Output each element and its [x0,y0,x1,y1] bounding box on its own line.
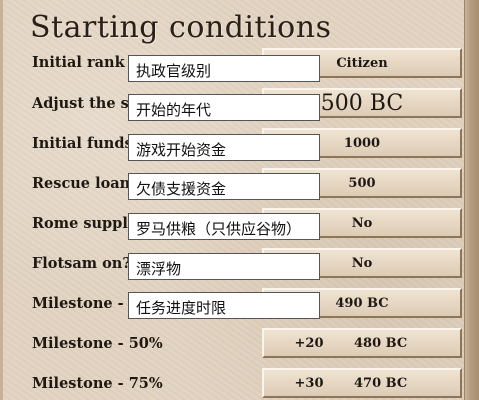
panel-left-edge [0,0,3,400]
rescue-loan-label: Rescue loan [32,175,131,192]
page-title: Starting conditions [30,10,332,45]
tooltip-initial-rank: 执政官级别 [128,55,320,82]
tooltip-start-date: 开始的年代 [128,94,320,121]
initial-funds-label: Initial funds [32,135,133,152]
flotsam-label: Flotsam on? [32,255,131,272]
panel-right-frame [464,0,479,400]
milestone-25-label: Milestone - 2 [32,295,139,312]
milestone-50-increment: +20 [294,335,324,351]
tooltip-rescue-loan: 欠债支援资金 [128,173,320,200]
tooltip-rome-supplies: 罗马供粮（只供应谷物） [128,213,320,240]
milestone-50-year: 480 BC [354,335,408,351]
milestone-50-button[interactable]: +20 480 BC [262,328,462,358]
start-date-label: Adjust the st [32,95,136,112]
milestone-75-button[interactable]: +30 470 BC [262,368,462,398]
milestone-25-year: 490 BC [335,295,389,311]
rome-supplies-label: Rome suppli [32,215,134,232]
milestone-75-label: Milestone - 75% [32,375,163,392]
milestone-75-increment: +30 [294,375,324,391]
milestone-50-label: Milestone - 50% [32,335,163,352]
tooltip-milestone: 任务进度时限 [128,292,320,319]
tooltip-initial-funds: 游戏开始资金 [128,134,320,161]
milestone-75-year: 470 BC [354,375,408,391]
initial-rank-label: Initial rank [32,54,125,71]
tooltip-flotsam: 漂浮物 [128,253,320,280]
